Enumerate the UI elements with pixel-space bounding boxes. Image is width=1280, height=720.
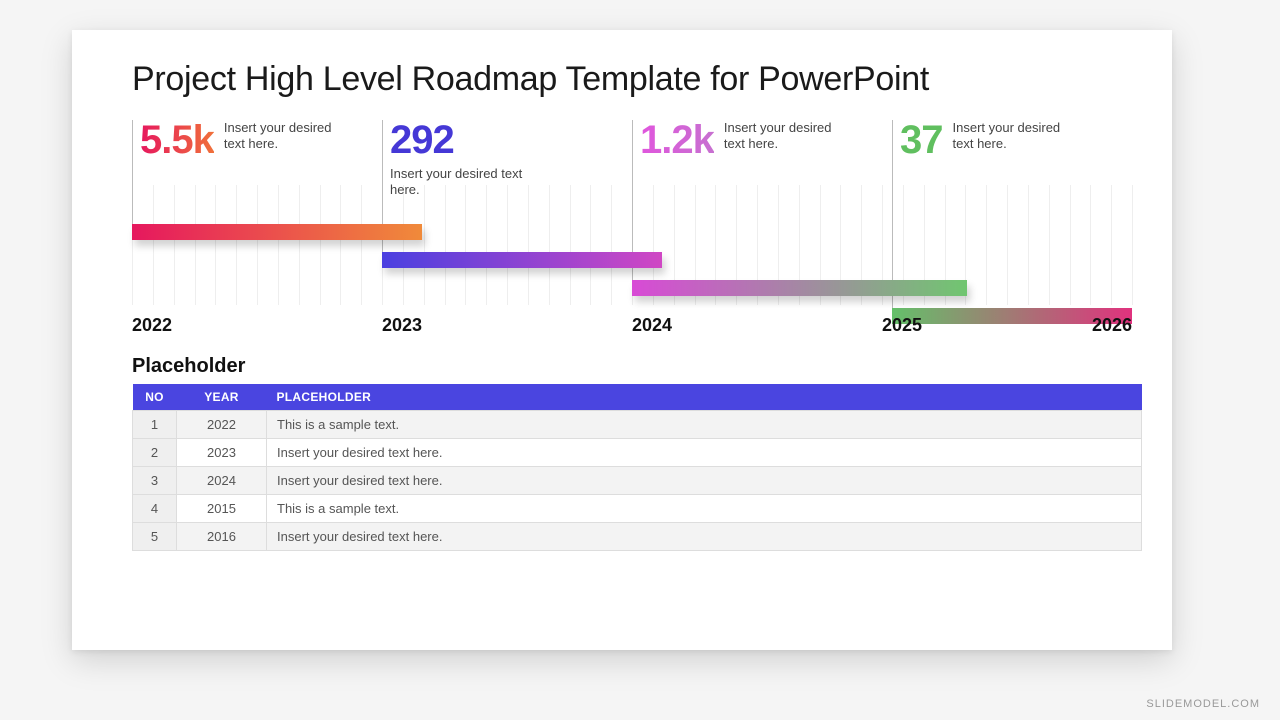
slide-title: Project High Level Roadmap Template for … <box>132 60 929 99</box>
metric-value: 292 <box>390 120 454 160</box>
cell-year: 2016 <box>177 523 267 551</box>
cell-no: 2 <box>133 439 177 467</box>
cell-year: 2023 <box>177 439 267 467</box>
cell-no: 1 <box>133 411 177 439</box>
metric-desc: Insert your desired text here. <box>390 166 550 199</box>
cell-placeholder: Insert your desired text here. <box>267 523 1142 551</box>
metric-value: 5.5k <box>140 120 214 160</box>
table-header-row: NO YEAR PLACEHOLDER <box>133 384 1142 411</box>
table-row: 12022This is a sample text. <box>133 411 1142 439</box>
col-no: NO <box>133 384 177 411</box>
placeholder-table: NO YEAR PLACEHOLDER 12022This is a sampl… <box>132 384 1142 551</box>
metric-desc: Insert your desired text here. <box>224 120 334 153</box>
year-label: 2024 <box>632 315 672 336</box>
year-label: 2022 <box>132 315 172 336</box>
cell-placeholder: Insert your desired text here. <box>267 439 1142 467</box>
metric-block: 1.2k Insert your desired text here. <box>640 120 834 160</box>
metric-value: 1.2k <box>640 120 714 160</box>
metric-desc: Insert your desired text here. <box>724 120 834 153</box>
roadmap-bar <box>132 224 422 240</box>
watermark: SLIDEMODEL.COM <box>1146 698 1260 710</box>
table-row: 42015This is a sample text. <box>133 495 1142 523</box>
col-year: YEAR <box>177 384 267 411</box>
cell-no: 5 <box>133 523 177 551</box>
table-row: 32024Insert your desired text here. <box>133 467 1142 495</box>
cell-no: 3 <box>133 467 177 495</box>
cell-year: 2024 <box>177 467 267 495</box>
table-title: Placeholder <box>132 355 245 378</box>
table-body: 12022This is a sample text.22023Insert y… <box>133 411 1142 551</box>
metric-value: 37 <box>900 120 943 160</box>
metric-block: 5.5k Insert your desired text here. <box>140 120 334 160</box>
roadmap-timeline: 5.5k Insert your desired text here. 292 … <box>132 120 1132 320</box>
cell-year: 2015 <box>177 495 267 523</box>
cell-placeholder: This is a sample text. <box>267 411 1142 439</box>
metric-block: 37 Insert your desired text here. <box>900 120 1063 160</box>
metric-desc: Insert your desired text here. <box>953 120 1063 153</box>
col-placeholder: PLACEHOLDER <box>267 384 1142 411</box>
table-row: 22023Insert your desired text here. <box>133 439 1142 467</box>
year-label: 2023 <box>382 315 422 336</box>
cell-year: 2022 <box>177 411 267 439</box>
cell-no: 4 <box>133 495 177 523</box>
table-row: 52016Insert your desired text here. <box>133 523 1142 551</box>
guide-line <box>132 120 133 224</box>
roadmap-bar <box>382 252 662 268</box>
year-label: 2026 <box>1092 315 1132 336</box>
year-label: 2025 <box>882 315 922 336</box>
metric-block: 292 Insert your desired text here. <box>390 120 550 199</box>
slide-card: Project High Level Roadmap Template for … <box>72 30 1172 650</box>
cell-placeholder: Insert your desired text here. <box>267 467 1142 495</box>
cell-placeholder: This is a sample text. <box>267 495 1142 523</box>
roadmap-bar <box>632 280 967 296</box>
